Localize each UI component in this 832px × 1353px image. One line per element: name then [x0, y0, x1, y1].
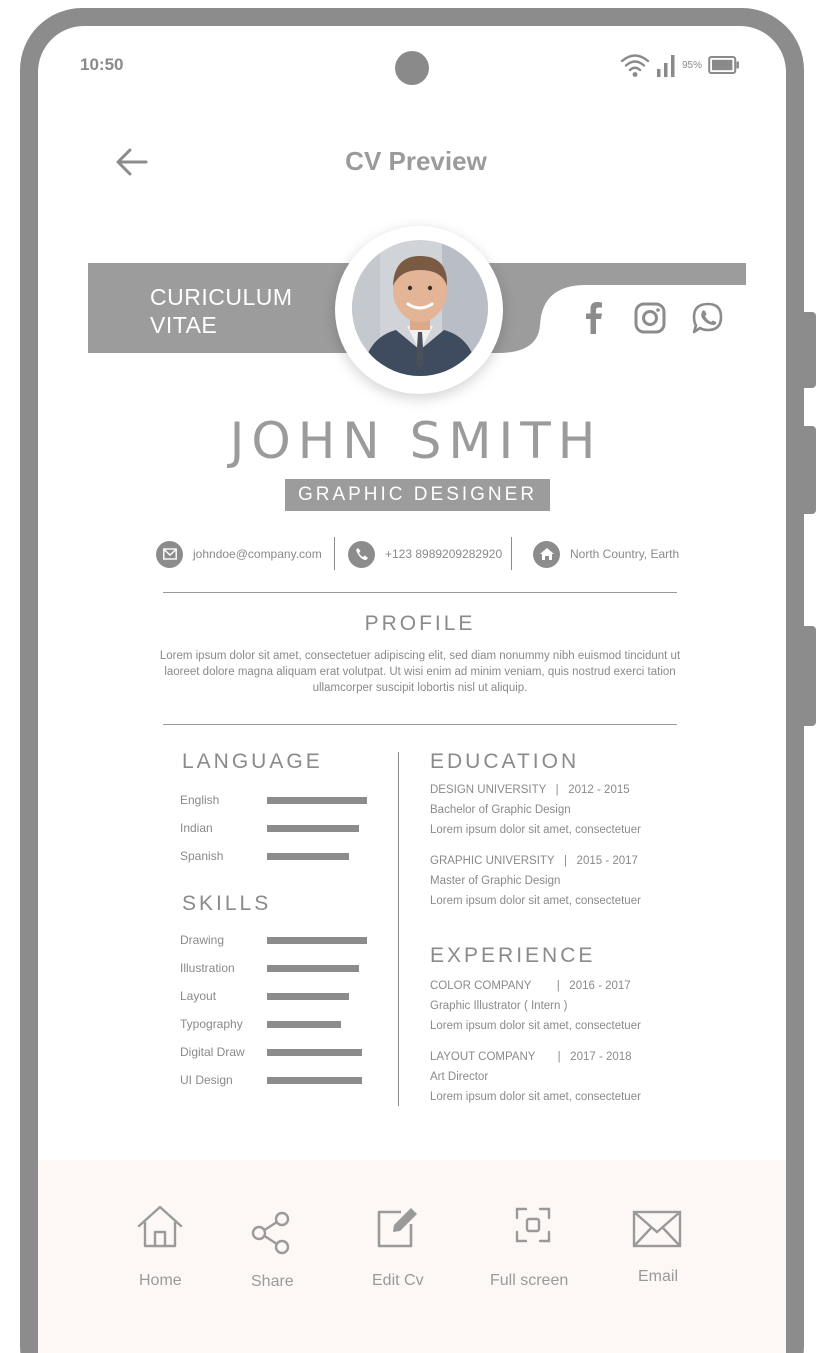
education-title: GRAPHIC UNIVERSITY | 2015 - 2017 [430, 855, 638, 867]
contact-address: North Country, Earth [533, 538, 679, 570]
edit-icon [377, 1208, 417, 1248]
side-button-lower [804, 626, 816, 726]
nav-share-button[interactable]: Share [250, 1210, 300, 1310]
cv-role-badge: GRAPHIC DESIGNER [285, 479, 550, 511]
phone-icon [348, 540, 375, 568]
nav-email-label: Email [638, 1268, 679, 1285]
language-heading: LANGUAGE [182, 750, 323, 773]
whatsapp-icon[interactable] [690, 300, 726, 336]
column-divider [398, 752, 399, 1106]
page-title: CV Preview [345, 146, 487, 176]
nav-edit-button[interactable]: Edit Cv [372, 1204, 432, 1304]
skill-label: Drawing [180, 933, 225, 947]
profile-heading: PROFILE [364, 612, 476, 635]
education-degree: Master of Graphic Design [430, 875, 561, 887]
education-desc: Lorem ipsum dolor sit amet, consectetuer [430, 824, 641, 836]
education-desc: Lorem ipsum dolor sit amet, consectetuer [430, 895, 641, 907]
nav-share-label: Share [251, 1273, 294, 1290]
education-heading: EDUCATION [430, 750, 580, 773]
language-bar [267, 853, 349, 860]
language-bar [267, 825, 359, 832]
experience-heading: EXPERIENCE [430, 944, 596, 967]
skill-label: UI Design [180, 1073, 233, 1087]
profile-photo-image [352, 240, 488, 376]
profile-photo [352, 240, 488, 376]
experience-title: LAYOUT COMPANY | 2017 - 2018 [430, 1051, 632, 1063]
language-label: Indian [180, 821, 213, 835]
fullscreen-icon [515, 1207, 551, 1243]
front-camera [395, 51, 429, 85]
nav-home-button[interactable]: Home [136, 1204, 186, 1304]
education-degree: Bachelor of Graphic Design [430, 804, 571, 816]
skill-bar [267, 1077, 362, 1084]
cv-banner-title-line1: CURICULUM [150, 284, 293, 310]
skill-label: Digital Draw [180, 1045, 245, 1059]
side-button-upper [804, 312, 816, 388]
contact-email: johndoe@company.com [156, 538, 322, 570]
divider-line [163, 724, 677, 725]
skill-bar [267, 1021, 341, 1028]
education-title: DESIGN UNIVERSITY | 2012 - 2015 [430, 784, 630, 796]
contact-phone-text: +123 8989209282920 [385, 547, 503, 561]
experience-desc: Lorem ipsum dolor sit amet, consectetuer [430, 1020, 641, 1032]
wifi-icon [620, 54, 650, 77]
contact-address-text: North Country, Earth [570, 547, 680, 561]
language-label: Spanish [180, 849, 224, 863]
language-label: English [180, 793, 220, 807]
skill-bar [267, 1049, 362, 1056]
battery-percent: 95% [682, 59, 703, 71]
contact-divider [511, 537, 512, 570]
cv-name: JOHN SMITH [229, 412, 603, 470]
experience-desc: Lorem ipsum dolor sit amet, consectetuer [430, 1091, 641, 1103]
experience-role: Graphic Illustrator ( Intern ) [430, 1000, 568, 1012]
home-icon [137, 1205, 183, 1248]
battery-icon [708, 56, 739, 74]
status-icons: 95% [620, 50, 740, 80]
nav-email-button[interactable]: Email [632, 1210, 684, 1310]
instagram-icon[interactable] [632, 300, 668, 336]
skill-bar [267, 937, 367, 944]
profile-text: Lorem ipsum dolor sit amet, consectetuer… [159, 650, 681, 694]
experience-title: COLOR COMPANY | 2016 - 2017 [430, 980, 631, 992]
cv-banner-title-line2: VITAE [150, 312, 218, 338]
skill-label: Illustration [180, 961, 235, 975]
skill-label: Layout [180, 989, 217, 1003]
nav-fullscreen-button[interactable]: Full screen [490, 1206, 570, 1306]
contact-email-text: johndoe@company.com [193, 547, 322, 561]
contact-phone: +123 8989209282920 [348, 538, 502, 570]
skills-heading: SKILLS [182, 892, 272, 915]
nav-home-label: Home [139, 1272, 182, 1289]
status-time: 10:50 [80, 55, 124, 74]
contact-divider [334, 537, 335, 570]
cv-banner-title: CURICULUM VITAE [150, 283, 293, 339]
divider-line [163, 592, 677, 593]
nav-edit-label: Edit Cv [372, 1272, 424, 1289]
facebook-icon[interactable] [576, 300, 612, 336]
envelope-icon [156, 540, 183, 568]
house-icon [533, 540, 560, 568]
email-icon [632, 1210, 682, 1248]
experience-role: Art Director [430, 1071, 489, 1083]
signal-icon [657, 55, 675, 77]
nav-fullscreen-label: Full screen [490, 1272, 569, 1289]
share-icon [251, 1211, 290, 1255]
skill-bar [267, 993, 349, 1000]
skill-label: Typography [180, 1017, 243, 1031]
skill-bar [267, 965, 359, 972]
language-bar [267, 797, 367, 804]
